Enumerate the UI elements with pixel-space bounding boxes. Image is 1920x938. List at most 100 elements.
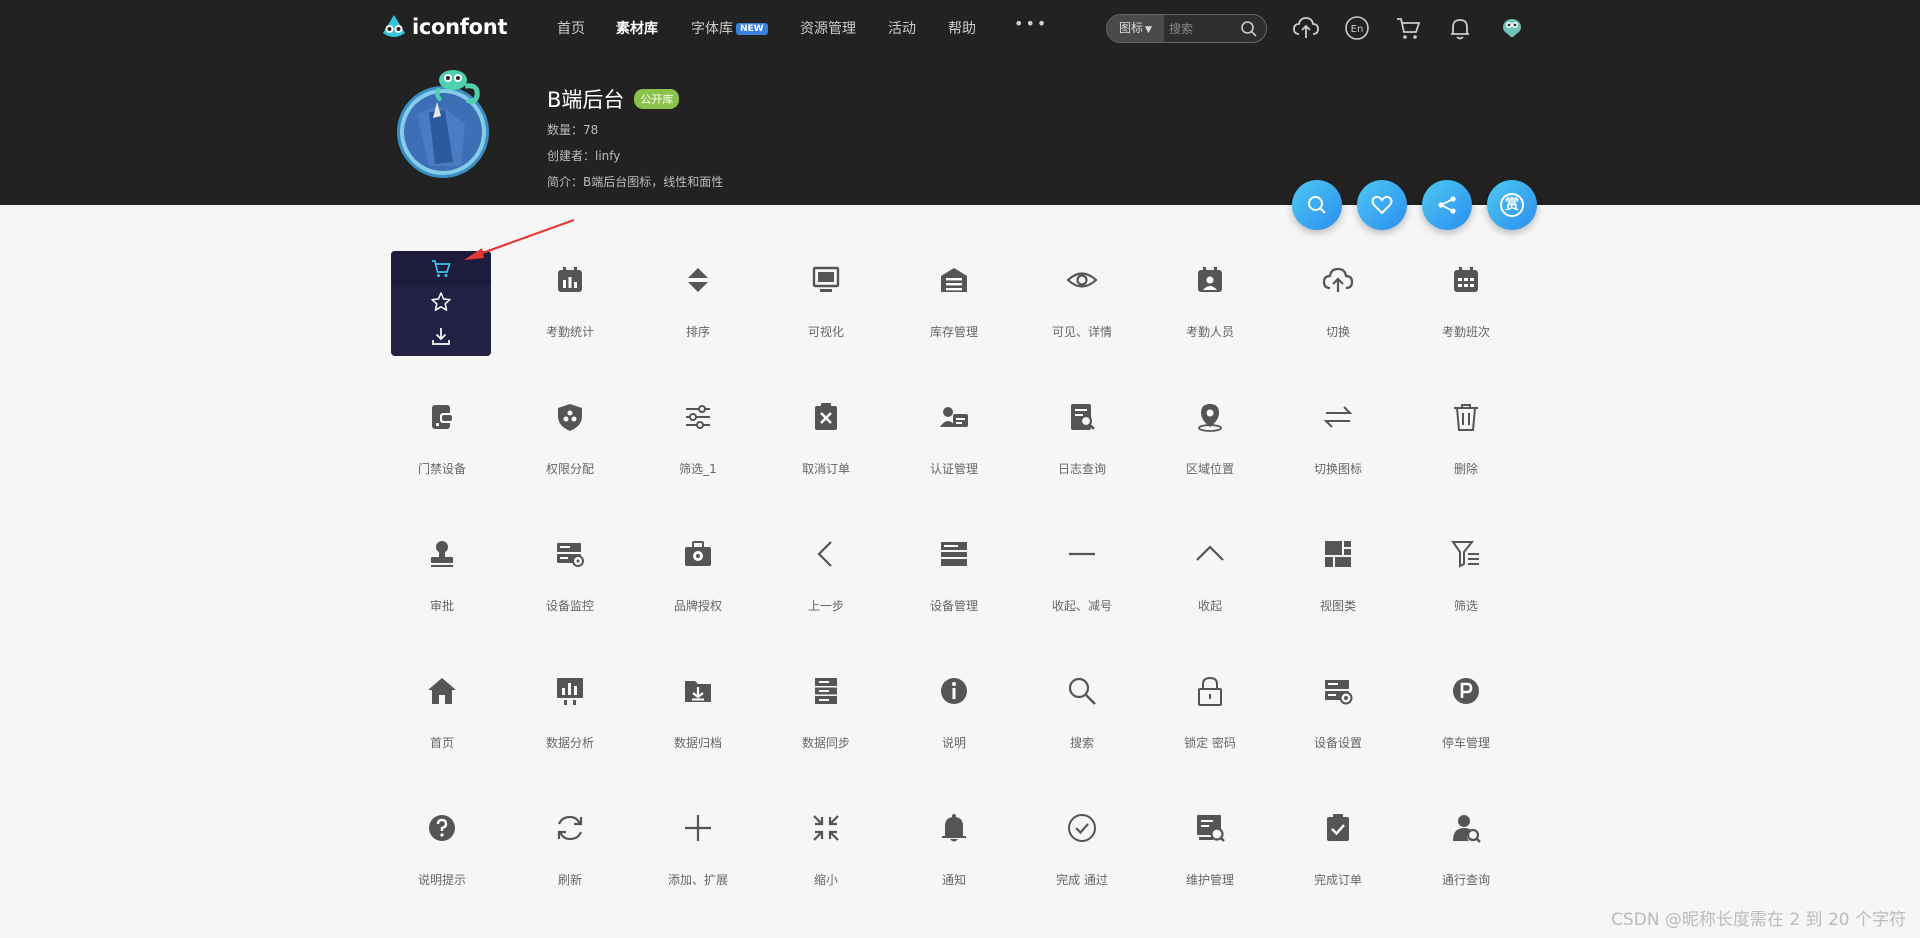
icon-card[interactable]: 刷新 [506,771,634,908]
icon-card[interactable]: 取消订单 [762,360,890,497]
icon-card[interactable]: 设备监控 [506,497,634,634]
search-type-select[interactable]: 图标 ▼ [1107,15,1164,42]
search-input[interactable] [1169,19,1239,38]
library-title-row: B端后台 公开库 [547,84,680,114]
bell-icon[interactable] [1446,14,1474,42]
icon-card[interactable]: 锁定 密码 [1146,634,1274,771]
icon-card[interactable]: 数据分析 [506,634,634,771]
search-box: 图标 ▼ [1106,14,1267,43]
download-icon-button[interactable] [391,319,491,353]
database-icon [810,675,842,707]
icon-card[interactable]: 停车管理 [1402,634,1530,771]
icon-label: 品牌授权 [673,599,722,613]
icon-label: 上一步 [807,599,844,613]
icon-card[interactable]: 设备管理 [890,497,1018,634]
icon-card[interactable]: 日志查询 [1018,360,1146,497]
icon-card[interactable]: 说明提示 [378,771,506,908]
icon-card[interactable]: 认证管理 [890,360,1018,497]
cart-icon [432,260,451,277]
icon-card[interactable]: 门禁设备 [378,360,506,497]
nav-item-materials[interactable]: 素材库 [616,18,658,38]
icon-card[interactable]: 筛选_1 [634,360,762,497]
icon-card[interactable]: 完成 通过 [1018,771,1146,908]
cloud-upload-icon[interactable] [1292,14,1320,42]
icon-label: 库存管理 [929,325,978,339]
icon-label: 维护管理 [1185,873,1234,887]
nav-item-fonts[interactable]: 字体库 NEW [691,18,768,38]
search-icon[interactable] [1240,20,1258,38]
icon-label: 收起、减号 [1051,599,1112,613]
icon-label: 搜索 [1069,736,1094,750]
cloud-upload-icon [1322,264,1354,296]
icon-card[interactable]: 收起、减号 [1018,497,1146,634]
icon-card[interactable]: 首页 [378,634,506,771]
icon-card[interactable]: 考勤班次 [1402,223,1530,360]
icon-card[interactable]: 说明 [890,634,1018,771]
icon-card[interactable]: 删除 [1402,360,1530,497]
nav-item-help[interactable]: 帮助 [948,18,976,38]
icon-card[interactable]: 缩小 [762,771,890,908]
device-monitor-icon [554,538,586,570]
icon-card[interactable]: 收起 [1146,497,1274,634]
icon-card[interactable]: 数据归档 [634,634,762,771]
cart-icon[interactable] [1394,14,1422,42]
icon-label: 缩小 [813,873,838,887]
sliders-icon [682,401,714,433]
nav-item-home[interactable]: 首页 [557,18,585,38]
icon-label: 切换图标 [1313,462,1362,476]
icon-label: 考勤班次 [1441,325,1490,339]
icon-label: 添加、扩展 [667,873,728,887]
language-toggle-icon[interactable]: En [1343,14,1371,42]
icon-card[interactable]: 审批 [378,497,506,634]
library-intro: 简介：B端后台图标，线性和面性 [547,175,724,189]
attendance-stats-icon [554,264,586,296]
icon-card[interactable]: 视图类 [1274,497,1402,634]
icon-card[interactable]: 完成订单 [1274,771,1402,908]
id-card-icon [938,401,970,433]
access-device-icon [426,401,458,433]
iconfont-logo[interactable]: iconfont [380,13,507,41]
icon-card[interactable]: 考勤人员 [1146,223,1274,360]
parking-icon [1450,675,1482,707]
library-creator[interactable]: 创建者：linfy [547,147,620,164]
icon-card[interactable]: 库存管理 [890,223,1018,360]
device-settings-icon [1322,675,1354,707]
plus-icon [682,812,714,844]
icon-label: 取消订单 [801,462,850,476]
nav-item-activities[interactable]: 活动 [888,18,916,38]
icon-card[interactable]: 区域位置 [1146,360,1274,497]
icon-card[interactable]: 上一步 [762,497,890,634]
icon-card[interactable]: 切换 [1274,223,1402,360]
icon-card[interactable]: 添加、扩展 [634,771,762,908]
icon-card[interactable]: 数据同步 [762,634,890,771]
icon-label: 数据归档 [673,736,722,750]
calendar-grid-icon [1450,264,1482,296]
nav-item-resources[interactable]: 资源管理 [800,18,856,38]
user-avatar-icon[interactable] [1498,14,1526,42]
public-badge: 公开库 [634,89,680,109]
icon-card[interactable]: 可视化 [762,223,890,360]
icon-card[interactable]: 维护管理 [1146,771,1274,908]
icon-label: 权限分配 [545,462,594,476]
icon-card[interactable]: 可见、详情 [1018,223,1146,360]
icon-label: 通行查询 [1441,873,1490,887]
chart-board-icon [554,675,586,707]
icon-label: 筛选_1 [679,462,717,476]
icon-card[interactable]: 设备设置 [1274,634,1402,771]
icon-card[interactable]: 切换图标 [1274,360,1402,497]
info-icon [938,675,970,707]
icon-card[interactable]: 品牌授权 [634,497,762,634]
icon-card[interactable]: 通知 [890,771,1018,908]
icon-card[interactable]: 筛选 [1402,497,1530,634]
icon-label: 设备监控 [545,599,594,613]
icon-card[interactable]: 通行查询 [1402,771,1530,908]
favorite-icon-button[interactable] [391,285,491,319]
icon-card[interactable]: 搜索 [1018,634,1146,771]
icon-label: 通知 [941,873,966,887]
icon-card[interactable]: 排序 [634,223,762,360]
swap-arrows-icon [1322,401,1354,433]
more-menu-button[interactable]: ••• [1014,14,1048,33]
location-pin-icon [1194,401,1226,433]
icon-card[interactable]: 权限分配 [506,360,634,497]
eye-icon [1066,264,1098,296]
